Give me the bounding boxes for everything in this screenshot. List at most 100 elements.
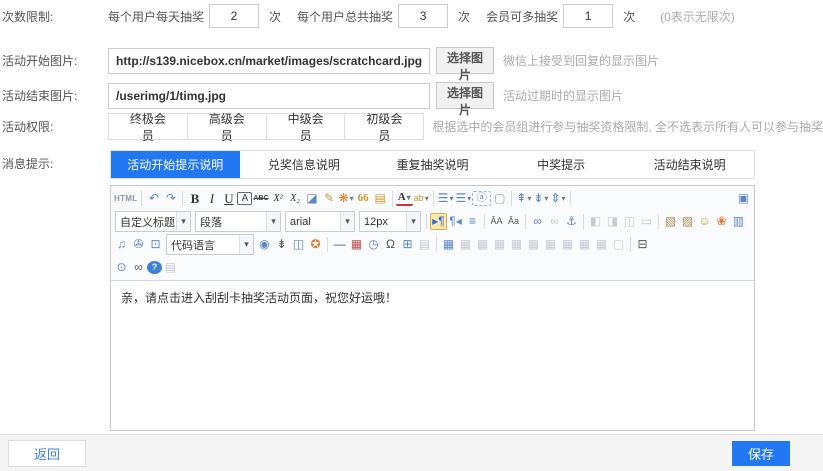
music-icon[interactable]: ♫	[113, 236, 130, 253]
insert-frame-icon[interactable]: ⊡	[147, 236, 164, 253]
end-image-url-input[interactable]	[108, 83, 430, 109]
member-level-button-1[interactable]: 高级会员	[187, 113, 267, 140]
start-image-pick-button[interactable]: 选择图片	[436, 47, 494, 74]
chevron-down-icon: ▾	[449, 190, 453, 207]
attachment-icon[interactable]: ✇	[130, 236, 147, 253]
auto-typeset-icon[interactable]: ❋▾	[338, 190, 355, 207]
fullscreen-icon[interactable]: ▣	[735, 190, 752, 207]
editor-content-area[interactable]: 亲，请点击进入刮刮卡抽奖活动页面，祝您好运哦！	[111, 281, 754, 430]
tab-message-4[interactable]: 活动结束说明	[625, 151, 754, 178]
back-button[interactable]: 返回	[8, 440, 86, 467]
upload-image-icon[interactable]: ▨	[679, 213, 696, 230]
to-lowercase-icon[interactable]: Âa	[505, 213, 522, 230]
anchor-icon[interactable]: ⚓	[563, 213, 580, 230]
scrawl-icon[interactable]: ❀	[713, 213, 730, 230]
tab-message-1[interactable]: 兑奖信息说明	[240, 151, 369, 178]
tab-message-2[interactable]: 重复抽奖说明	[368, 151, 497, 178]
unordered-list-icon[interactable]: ☰▾	[454, 190, 472, 207]
undo-icon[interactable]: ↶	[145, 190, 162, 207]
time-icon[interactable]: ◷	[365, 236, 382, 253]
space-before-icon[interactable]: ⇞▾	[515, 190, 532, 207]
ordered-list-icon[interactable]: ☰▾	[437, 190, 455, 207]
help-icon[interactable]: ?	[147, 261, 162, 274]
font-family-select[interactable]: arial▾	[285, 211, 355, 232]
merge-cells-icon[interactable]: ▦	[576, 236, 593, 253]
image-align-center-icon[interactable]: ◫	[621, 213, 638, 230]
insert-image-icon[interactable]: ▧	[662, 213, 679, 230]
tab-message-0[interactable]: 活动开始提示说明	[111, 151, 240, 178]
insert-iframe-icon[interactable]: ◫	[290, 236, 307, 253]
member-level-group: 终极会员高级会员中级会员初级会员	[108, 113, 423, 140]
source-code-button[interactable]: HTML	[113, 190, 138, 207]
blockquote-icon[interactable]: 66	[355, 190, 372, 207]
member-level-button-3[interactable]: 初级会员	[344, 113, 424, 140]
font-size-select[interactable]: 12px▾	[359, 211, 421, 232]
insert-col-icon[interactable]: ▦	[525, 236, 542, 253]
font-border-icon[interactable]: A	[237, 192, 252, 205]
template-icon[interactable]: ▤	[416, 236, 433, 253]
member-level-button-2[interactable]: 中级会员	[266, 113, 346, 140]
delete-col-icon[interactable]: ▦	[559, 236, 576, 253]
delete-row-icon[interactable]: ▦	[542, 236, 559, 253]
table-caption-icon[interactable]: ▦	[474, 236, 491, 253]
formula-icon[interactable]: ⊞	[399, 236, 416, 253]
image-align-right-icon[interactable]: ◨	[604, 213, 621, 230]
space-after-icon[interactable]: ⇟▾	[532, 190, 549, 207]
save-button[interactable]: 保存	[732, 441, 790, 466]
map-icon[interactable]: ◉	[256, 236, 273, 253]
horizontal-rule-icon[interactable]: —	[331, 236, 348, 253]
font-color-icon[interactable]: A▾	[396, 191, 413, 206]
delete-table-icon[interactable]: ▦	[457, 236, 474, 253]
end-image-pick-button[interactable]: 选择图片	[436, 82, 494, 109]
insert-video-icon[interactable]: ▥	[730, 213, 747, 230]
toolbar-separator	[484, 214, 485, 229]
emotion-icon[interactable]: ☺	[696, 213, 713, 230]
to-uppercase-icon[interactable]: ÂA	[488, 213, 505, 230]
preview-icon[interactable]: ⊙	[113, 259, 130, 276]
remove-format-icon[interactable]: ◪	[304, 190, 321, 207]
paragraph-wrap-icon[interactable]: ≡	[464, 213, 481, 230]
blank-doc-icon[interactable]: ▢	[491, 190, 508, 207]
redo-icon[interactable]: ↷	[162, 190, 179, 207]
paragraph-select[interactable]: 段落▾	[195, 211, 281, 232]
rtl-paragraph-icon[interactable]: ¶◂	[447, 213, 464, 230]
tab-message-3[interactable]: 中奖提示	[497, 151, 626, 178]
code-language-select[interactable]: 代码语言▾	[166, 234, 254, 255]
format-painter-icon[interactable]: ✎	[321, 190, 338, 207]
snapshot-icon[interactable]: ✪	[307, 236, 324, 253]
unlink-icon[interactable]: ∞	[546, 213, 563, 230]
insert-row-icon[interactable]: ▦	[508, 236, 525, 253]
anchor-ref-icon[interactable]: ⓐ	[472, 191, 491, 206]
image-block-icon[interactable]: ▭	[638, 213, 655, 230]
subscript-icon[interactable]: X₂	[287, 190, 304, 207]
total-draw-input[interactable]	[398, 4, 448, 28]
paste-plain-icon[interactable]: ▤	[162, 259, 179, 276]
member-level-button-0[interactable]: 终极会员	[108, 113, 188, 140]
italic-icon[interactable]: I	[203, 190, 220, 207]
insert-table-icon[interactable]: ▦	[440, 236, 457, 253]
page-break-icon[interactable]: ⇟	[273, 236, 290, 253]
highlight-color-icon[interactable]: ab▾	[413, 190, 430, 207]
toolbar-separator	[433, 191, 434, 206]
special-char-icon[interactable]: Ω	[382, 236, 399, 253]
strikethrough-icon[interactable]: ABC	[252, 190, 269, 207]
start-image-url-input[interactable]	[108, 48, 430, 74]
link-icon[interactable]: ∞	[529, 213, 546, 230]
print-icon[interactable]: ⊟	[634, 236, 651, 253]
date-icon[interactable]: ▦	[348, 236, 365, 253]
first-line-indent-icon[interactable]: ▸¶	[430, 213, 447, 230]
table-title-icon[interactable]: ▦	[491, 236, 508, 253]
member-extra-draw-input[interactable]	[563, 4, 613, 28]
paste-icon[interactable]: ▤	[372, 190, 389, 207]
superscript-icon[interactable]: X²	[270, 190, 287, 207]
underline-icon[interactable]: U	[220, 190, 237, 207]
image-align-left-icon[interactable]: ◧	[587, 213, 604, 230]
bold-icon[interactable]: B	[186, 190, 203, 207]
split-cells-icon[interactable]: ▦	[593, 236, 610, 253]
line-height-icon[interactable]: ⇕▾	[549, 190, 566, 207]
doc-template-icon[interactable]: ▢	[610, 236, 627, 253]
daily-draw-input[interactable]	[209, 4, 259, 28]
custom-title-select[interactable]: 自定义标题▾	[115, 211, 191, 232]
chevron-down-icon: ▾	[239, 235, 253, 254]
find-replace-icon[interactable]: ∞	[130, 259, 147, 276]
